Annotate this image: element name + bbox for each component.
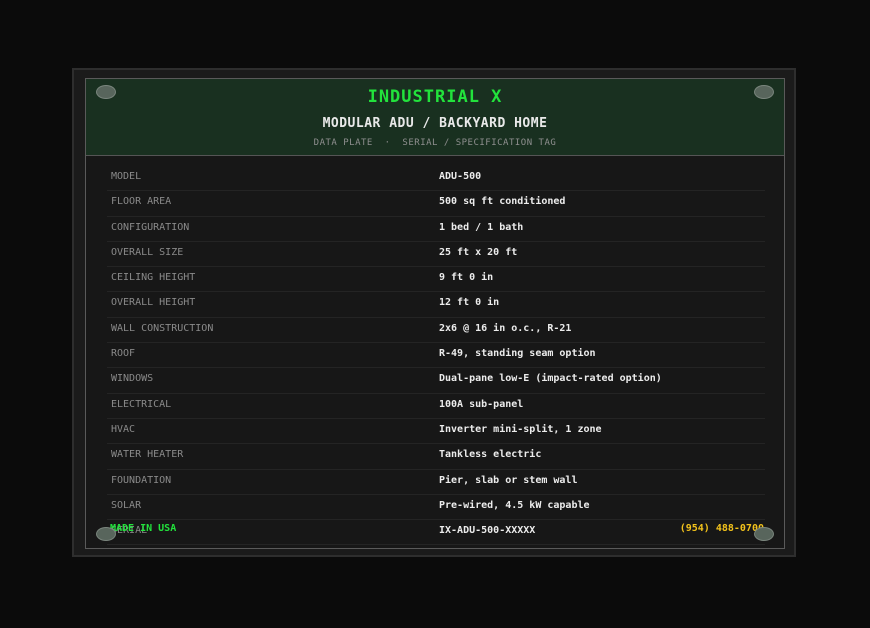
screw-icon <box>754 527 774 541</box>
spec-label: MODEL <box>111 171 142 182</box>
spec-row: ELECTRICAL 100A sub-panel <box>107 394 765 419</box>
spec-row: OVERALL HEIGHT 12 ft 0 in <box>107 292 765 318</box>
spec-label: OVERALL HEIGHT <box>111 297 196 309</box>
spec-value: IX-ADU-500-XXXXX <box>439 525 536 537</box>
spec-label: FOUNDATION <box>111 474 172 486</box>
brand-title: INDUSTRIAL X <box>367 87 503 107</box>
screw-icon <box>754 85 774 99</box>
spec-row: ROOF R-49, standing seam option <box>107 343 765 369</box>
spec-value: 100A sub-panel <box>439 398 524 410</box>
spec-value: ADU-500 <box>439 171 482 182</box>
spec-label: ELECTRICAL <box>111 398 172 410</box>
spec-label: WINDOWS <box>111 373 154 385</box>
spec-label: ROOF <box>111 348 136 360</box>
spec-label: WALL CONSTRUCTION <box>111 322 214 334</box>
spec-row: WINDOWS Dual-pane low-E (impact-rated opt… <box>107 368 765 394</box>
spec-value: Pre-wired, 4.5 kW capable <box>439 499 590 511</box>
screw-icon <box>96 527 116 541</box>
product-title: MODULAR ADU / BACKYARD HOME <box>322 116 548 131</box>
spec-row: CEILING HEIGHT 9 ft 0 in <box>107 267 765 293</box>
spec-label: CONFIGURATION <box>111 221 190 233</box>
spec-value: 1 bed / 1 bath <box>439 221 524 233</box>
spec-value: Pier, slab or stem wall <box>439 474 578 486</box>
spec-row: CONFIGURATION 1 bed / 1 bath <box>107 217 765 242</box>
spec-table: MODEL ADU-500 FLOOR AREA 500 sq ft conditi… <box>107 166 765 546</box>
spec-row: WALL CONSTRUCTION 2x6 @ 16 in o.c., R-21 <box>107 318 765 344</box>
spec-value: Dual-pane low-E (impact-rated option) <box>439 373 662 385</box>
plate-header: INDUSTRIAL X MODULAR ADU / BACKYARD HOME… <box>86 79 784 156</box>
spec-label: CEILING HEIGHT <box>111 272 196 284</box>
spec-row: HVAC Inverter mini-split, 1 zone <box>107 419 765 445</box>
spec-row: FOUNDATION Pier, slab or stem wall <box>107 470 765 495</box>
spec-row: SOLAR Pre-wired, 4.5 kW capable <box>107 495 765 521</box>
spec-value: R-49, standing seam option <box>439 348 596 360</box>
data-plate: INDUSTRIAL X MODULAR ADU / BACKYARD HOME… <box>85 78 785 549</box>
spec-label: SOLAR <box>111 499 142 511</box>
spec-label: HVAC <box>111 423 136 435</box>
spec-row: MODEL ADU-500 <box>107 166 765 192</box>
spec-row: SERIAL IX-ADU-500-XXXXX <box>107 520 765 546</box>
spec-value: 25 ft x 20 ft <box>439 246 518 258</box>
spec-value: Tankless electric <box>439 449 542 461</box>
spec-value: 12 ft 0 in <box>439 297 500 309</box>
spec-label: FLOOR AREA <box>111 196 172 208</box>
spec-value: Inverter mini-split, 1 zone <box>439 423 602 435</box>
made-in-usa-label: MADE IN USA <box>110 523 177 534</box>
spec-value: 2x6 @ 16 in o.c., R-21 <box>439 322 572 334</box>
phone-number: (954) 488-0700 <box>679 523 764 534</box>
plate-subtitle: DATA PLATE · SERIAL / SPECIFICATION TAG <box>313 138 557 148</box>
spec-value: 9 ft 0 in <box>439 272 494 284</box>
spec-label: WATER HEATER <box>111 449 184 461</box>
spec-value: 500 sq ft conditioned <box>439 196 566 208</box>
screw-icon <box>96 85 116 99</box>
spec-row: OVERALL SIZE 25 ft x 20 ft <box>107 242 765 268</box>
spec-row: WATER HEATER Tankless electric <box>107 444 765 470</box>
spec-row: FLOOR AREA 500 sq ft conditioned <box>107 191 765 217</box>
spec-label: OVERALL SIZE <box>111 246 184 258</box>
